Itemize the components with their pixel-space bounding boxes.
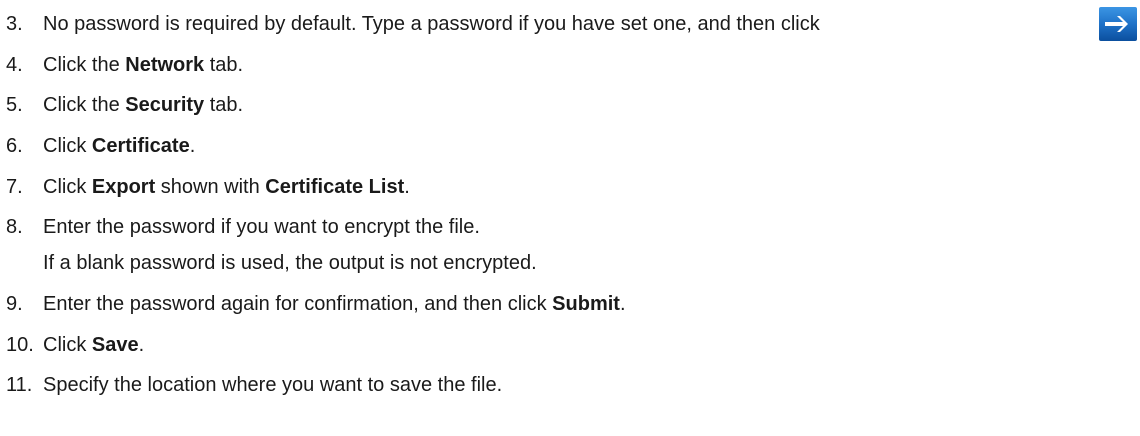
ui-term-network: Network [125,54,205,76]
step-text-before: Enter the password again for confirmatio… [43,293,553,315]
step-text: No password is required by default. Type… [43,9,820,39]
step-number: 5. [6,94,23,116]
ui-term-certificate: Certificate [91,135,190,157]
step-text: Click Export shown with Certificate List… [43,172,410,202]
step-text: Specify the location where you want to s… [43,374,503,396]
step-text-after: . [619,293,626,315]
step-8-note: If a blank password is used, the output … [43,252,537,274]
step-text-before: Click [43,176,92,198]
step-text-before: Click the [43,54,126,76]
step-number: 10. [6,334,34,356]
step-number: 3. [6,13,23,35]
step-text-before: Click [43,135,92,157]
step-text: Enter the password again for confirmatio… [43,289,626,319]
step-text-after: . [404,176,410,198]
step-text-after: tab. [204,54,244,76]
step-number: 8. [6,216,23,238]
ui-term-export: Export [91,176,156,198]
ui-term-save: Save [91,334,139,356]
ui-term-security: Security [125,94,205,116]
step-text-before: Click [43,334,92,356]
step-text-before: Click the [43,94,126,116]
ui-term-certificate-list: Certificate List [265,176,405,198]
step-number: 4. [6,54,23,76]
step-text: Click Certificate. [43,131,195,161]
ui-term-submit: Submit [552,293,620,315]
step-number: 7. [6,176,23,198]
step-text: Click the Network tab. [43,50,243,80]
step-text: Enter the password if you want to encryp… [43,216,480,238]
step-3-text: No password is required by default. Type… [43,13,820,35]
step-number: 9. [6,293,23,315]
step-text: Click the Security tab. [43,90,243,120]
arrow-right-icon [1099,7,1137,41]
step-text-middle: shown with [155,176,266,198]
step-number: 11. [6,374,33,396]
step-text-after: tab. [204,94,244,116]
step-text-after: . [138,334,145,356]
step-text: Click Save. [43,330,144,360]
step-number: 6. [6,135,23,157]
step-text-after: . [189,135,196,157]
